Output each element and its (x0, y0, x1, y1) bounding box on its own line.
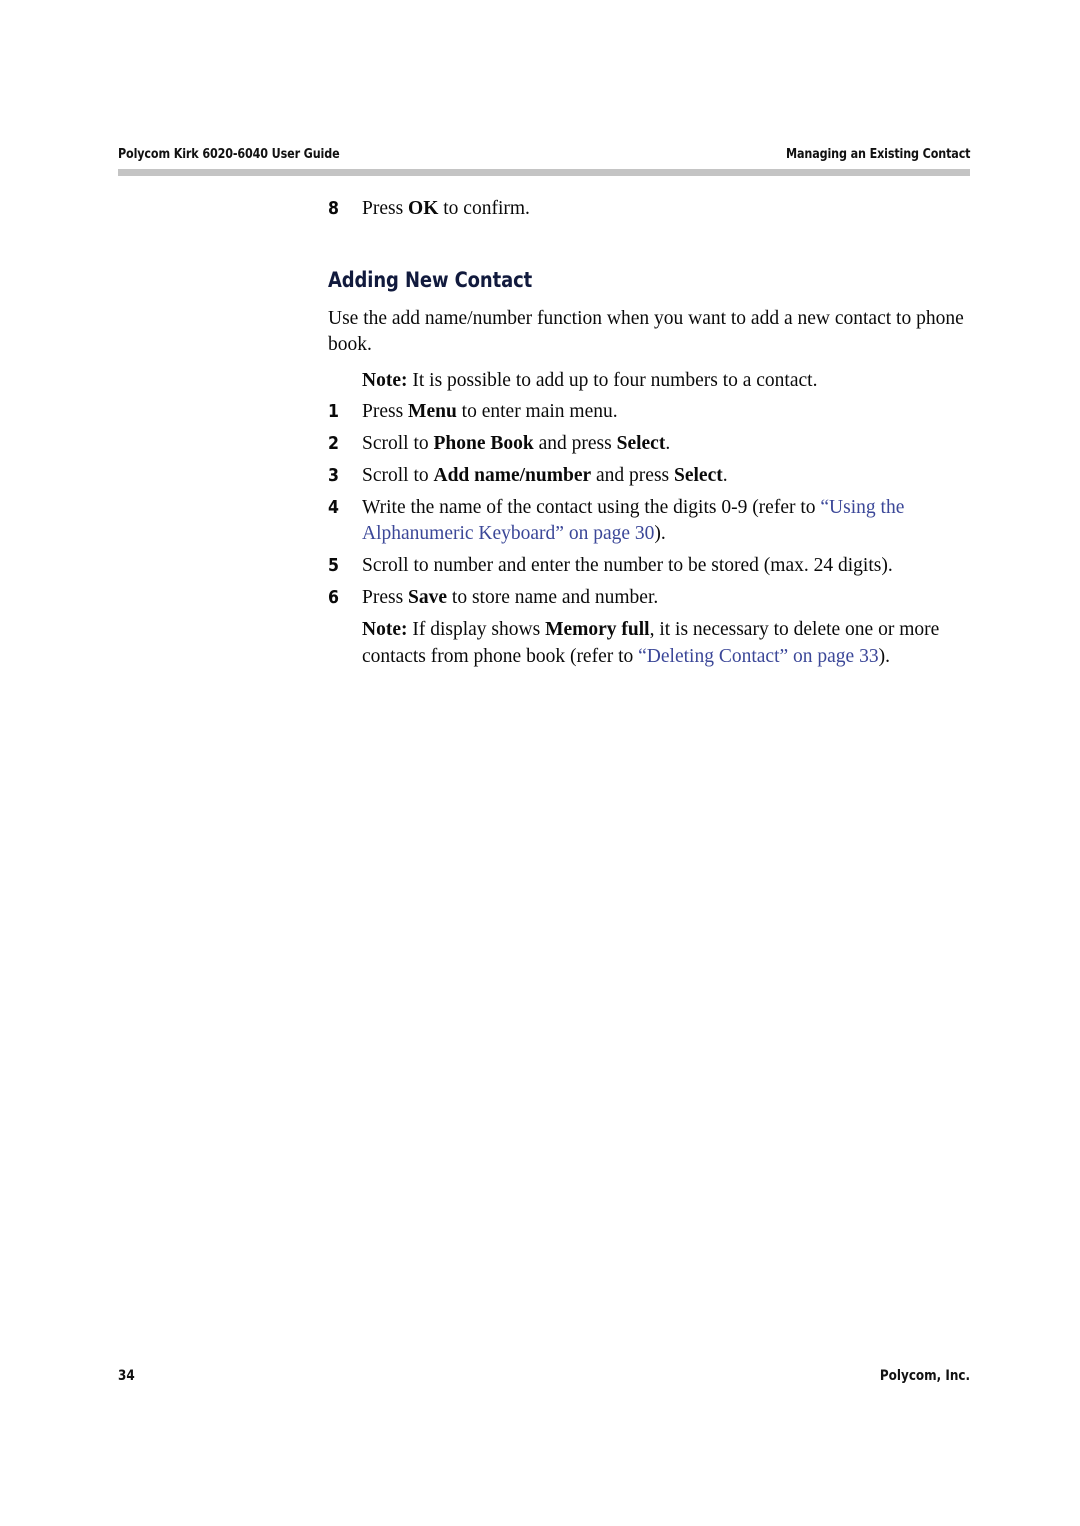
step-text-segment: Scroll to (362, 464, 434, 486)
step-text-segment: to confirm. (438, 198, 530, 219)
step-text-segment: . (722, 464, 728, 486)
note-label: Note: (362, 370, 408, 392)
step-text: Press OK to confirm. (362, 196, 970, 222)
page-footer: 34 Polycom, Inc. (118, 1368, 970, 1384)
step-text-segment: to store name and number. (447, 587, 659, 609)
section-intro-paragraph: Use the add name/number function when yo… (328, 308, 964, 356)
step-text: Press Save to store name and number. (362, 585, 970, 611)
step-number: 4 (328, 497, 339, 518)
step-text-segment: Scroll to number and enter the number to… (362, 555, 893, 577)
numbered-step-list: 1 Press Menu to enter main menu. 2 Scroll t… (328, 399, 970, 612)
step-number: 2 (328, 433, 339, 454)
step-item-continued: 8 Press OK to confirm. (328, 196, 970, 222)
note-text-segment: If display shows (407, 619, 546, 641)
step-text-segment: Scroll to (362, 432, 434, 454)
header-rule-divider (118, 169, 970, 176)
step-item: 4 Write the name of the contact using the… (328, 495, 970, 547)
note-text-cross-reference-link[interactable]: “Deleting Contact” on page 33 (638, 646, 878, 667)
step-number: 8 (328, 199, 339, 219)
step-text-bold-keyword: Add name/number (433, 464, 592, 486)
step-text-segment: . (665, 432, 671, 454)
step-text-bold-keyword: OK (408, 198, 439, 219)
step-text: Scroll to number and enter the number to… (362, 553, 970, 579)
step-text-segment: ). (654, 523, 666, 544)
step-item: 2 Scroll to Phone Book and press Select. (328, 431, 970, 457)
note-text: It is possible to add up to four numbers… (407, 370, 818, 392)
note-text-segment: ). (878, 645, 890, 667)
step-text-segment: Press (362, 400, 409, 422)
step-text-bold-keyword: Save (408, 587, 448, 609)
step-text-bold-keyword: Menu (408, 400, 457, 422)
step-item: 3 Scroll to Add name/number and press Sel… (328, 463, 970, 489)
step-item: 6 Press Save to store name and number. (328, 585, 970, 611)
footer-publisher: Polycom, Inc. (879, 1368, 970, 1384)
note-text-bold-keyword: Note: (362, 619, 408, 641)
step-text: Scroll to Add name/number and press Sele… (362, 463, 970, 489)
page-content: 8 Press OK to confirm. Adding New Contac… (328, 196, 970, 678)
document-page: Polycom Kirk 6020-6040 User Guide Managi… (0, 0, 1080, 1526)
step-item: 1 Press Menu to enter main menu. (328, 399, 970, 425)
step-text-segment: Press (362, 587, 409, 609)
step-number: 3 (328, 465, 339, 486)
step-text-segment: Press (362, 198, 409, 219)
step-number: 1 (328, 401, 339, 422)
section-heading-adding-new-contact: Adding New Contact (328, 268, 533, 293)
step-number: 6 (328, 588, 339, 609)
note-paragraph-bottom: Note: If display shows Memory full, it i… (362, 617, 970, 669)
step-text: Press Menu to enter main menu. (362, 399, 970, 425)
step-text-segment: and press (533, 432, 617, 454)
step-text-segment: to enter main menu. (456, 400, 618, 422)
step-text-segment: Write the name of the contact using the … (362, 496, 821, 518)
footer-page-number: 34 (118, 1368, 135, 1384)
note-paragraph-top: Note: It is possible to add up to four n… (362, 368, 970, 394)
step-number: 5 (328, 556, 339, 577)
step-text-bold-keyword: Select (674, 464, 723, 486)
step-item: 5 Scroll to number and enter the number t… (328, 553, 970, 579)
header-left-guide-title: Polycom Kirk 6020-6040 User Guide (118, 146, 340, 162)
step-text: Scroll to Phone Book and press Select. (362, 431, 970, 457)
step-text-bold-keyword: Select (616, 432, 666, 454)
running-header: Polycom Kirk 6020-6040 User Guide Managi… (118, 146, 970, 162)
step-text-bold-keyword: Phone Book (433, 432, 534, 454)
step-text-segment: and press (591, 464, 675, 486)
note-text-bold-keyword: Memory full (545, 619, 650, 641)
step-text: Write the name of the contact using the … (362, 495, 970, 547)
header-right-section-title: Managing an Existing Contact (785, 146, 970, 162)
